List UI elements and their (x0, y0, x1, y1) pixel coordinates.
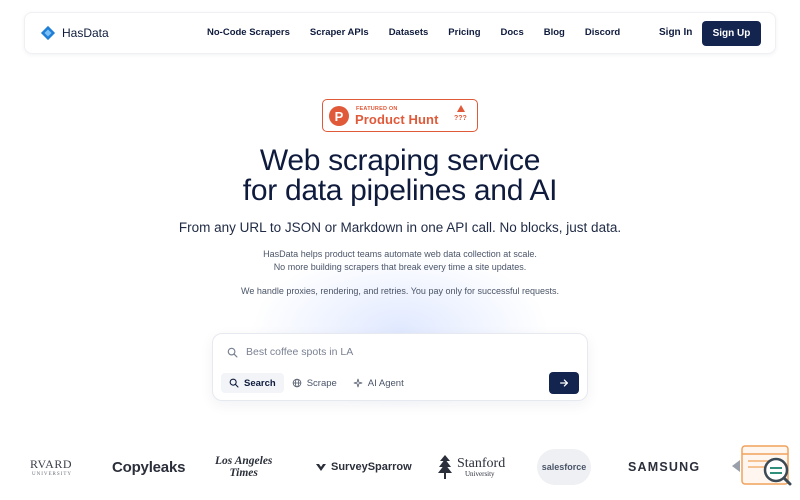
logo-text: Los Angeles (215, 455, 273, 467)
logo-subtext: UNIVERSITY (32, 472, 72, 477)
logo-text: Stanford (457, 455, 506, 471)
tab-ai-agent[interactable]: AI Agent (345, 373, 412, 393)
arrow-right-icon (560, 379, 568, 387)
globe-icon (292, 378, 301, 388)
nav-link-blog[interactable]: Blog (544, 27, 565, 38)
badge-name: Product Hunt (355, 112, 439, 127)
hero-title-line-2: for data pipelines and AI (242, 174, 558, 207)
tab-label: Search (244, 377, 276, 389)
top-navbar: HasData No-Code Scrapers Scraper APIs Da… (24, 12, 776, 54)
logo-samsung: SAMSUNG (628, 460, 701, 474)
nav-link-docs[interactable]: Docs (501, 27, 524, 38)
logo-text: SurveySparrow (331, 461, 412, 473)
stanford-tree-icon (438, 455, 452, 479)
logo-los-angeles-times: Los Angeles Times (215, 455, 272, 485)
hero-subtitle: From any URL to JSON or Markdown in one … (178, 220, 622, 235)
tab-label: AI Agent (367, 377, 404, 389)
logo-text: RVARD (30, 457, 72, 471)
product-hunt-badge[interactable]: P FEATURED ON Product Hunt ??? (322, 99, 478, 132)
tab-scrape[interactable]: Scrape (284, 373, 345, 393)
hasdata-logo-icon (40, 25, 56, 41)
sparkle-icon (353, 378, 363, 388)
nav-link-datasets[interactable]: Datasets (389, 27, 429, 38)
tab-label: Scrape (306, 377, 337, 389)
stanford-text: Stanford University (457, 455, 506, 478)
nav-link-no-code-scrapers[interactable]: No-Code Scrapers (207, 27, 290, 38)
logo-salesforce: salesforce (537, 449, 591, 485)
surveysparrow-icon (316, 464, 326, 471)
search-row (227, 346, 546, 358)
logo-stanford: Stanford University (437, 452, 505, 482)
hero-title-line-1: Web scraping service (259, 144, 541, 177)
brand-name: HasData (62, 26, 109, 40)
logo-text: Times (229, 467, 258, 479)
hero-title: Web scraping service for data pipelines … (0, 146, 800, 206)
sign-up-button[interactable]: Sign Up (702, 21, 761, 46)
search-icon (229, 378, 239, 388)
hero-description-2: We handle proxies, rendering, and retrie… (240, 286, 559, 296)
search-card: Search Scrape AI Agent (212, 333, 588, 401)
badge-vote-count: ??? (454, 115, 467, 122)
brand[interactable]: HasData (40, 25, 109, 41)
sign-in-link[interactable]: Sign In (659, 27, 692, 38)
search-input[interactable] (246, 346, 546, 358)
nav-links: No-Code Scrapers Scraper APIs Datasets P… (207, 27, 640, 38)
product-hunt-icon: P (329, 106, 349, 126)
description-line: No more building scrapers that break eve… (273, 262, 527, 272)
nav-link-discord[interactable]: Discord (585, 27, 620, 38)
search-icon (227, 347, 238, 357)
upvote-icon (457, 105, 465, 112)
logo-surveysparrow: SurveySparrow (315, 452, 412, 482)
hero-description-1: HasData helps product teams automate web… (0, 248, 800, 274)
inspect-zoom-icon[interactable] (732, 444, 792, 494)
tab-search[interactable]: Search (221, 373, 284, 393)
logo-subtext: University (465, 469, 495, 478)
nav-link-pricing[interactable]: Pricing (448, 27, 480, 38)
search-mode-tabs: Search Scrape AI Agent (221, 373, 412, 393)
description-line: HasData helps product teams automate web… (263, 249, 537, 259)
nav-link-scraper-apis[interactable]: Scraper APIs (310, 27, 369, 38)
submit-search-button[interactable] (549, 372, 579, 394)
logo-harvard: RVARD UNIVERSITY (30, 457, 72, 487)
logo-copyleaks: Copyleaks (112, 458, 186, 476)
